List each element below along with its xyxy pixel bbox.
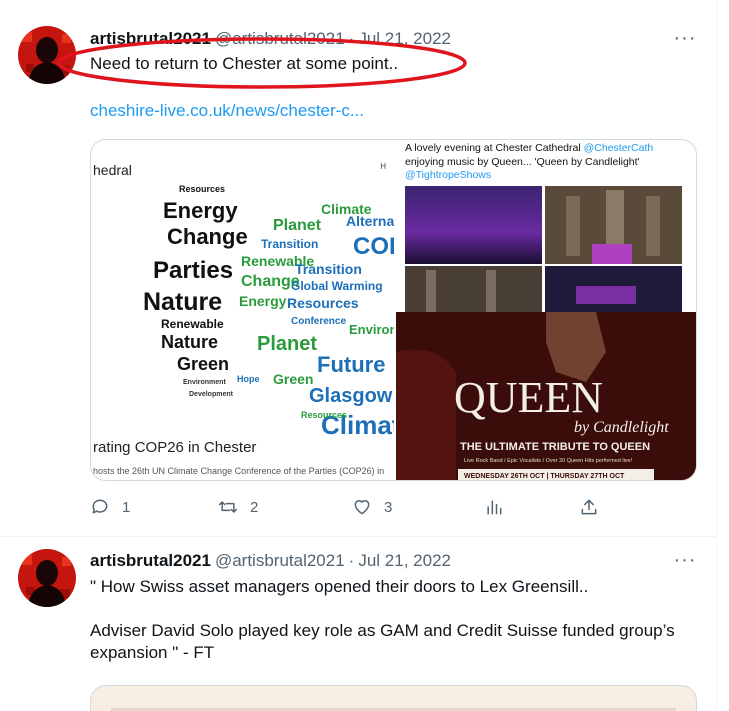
tweet-header: artisbrutal2021 @artisbrutal2021 · Jul 2… xyxy=(90,548,697,572)
retweet-button[interactable]: 2 xyxy=(218,497,258,517)
user-handle[interactable]: @artisbrutal2021 xyxy=(215,29,345,49)
svg-text:Parties: Parties xyxy=(153,257,233,284)
separator-dot: · xyxy=(348,551,355,570)
like-count: 3 xyxy=(384,498,393,516)
tweet[interactable]: artisbrutal2021 @artisbrutal2021 · Jul 2… xyxy=(0,537,716,711)
scroll-edge xyxy=(717,0,729,711)
cathedral-photos xyxy=(405,186,682,312)
svg-text:Environment: Environment xyxy=(183,379,226,386)
svg-text:Energy: Energy xyxy=(163,198,238,223)
svg-text:COP: COP xyxy=(353,233,394,260)
analytics-icon xyxy=(487,500,502,515)
views-button[interactable] xyxy=(484,497,504,517)
svg-text:Environm: Environm xyxy=(349,322,394,337)
poster-tagline: THE ULTIMATE TRIBUTE TO QUEEN xyxy=(460,441,650,453)
embedded-line2: enjoying music by Queen... 'Queen by Can… xyxy=(405,155,640,168)
image-caption: rating COP26 in Chester xyxy=(93,439,257,456)
reply-button[interactable]: 1 xyxy=(90,497,130,517)
word-cloud: Resources Energy Change Parties Nature R… xyxy=(143,184,394,440)
retweet-count: 2 xyxy=(250,498,259,516)
retweet-icon xyxy=(218,501,238,513)
share-icon xyxy=(581,499,597,515)
svg-text:Planet: Planet xyxy=(273,217,322,234)
separator-dot: · xyxy=(348,29,355,48)
tweet-actions: 1 2 3 xyxy=(90,497,610,521)
poster-title: QUEEN xyxy=(454,373,603,422)
tweet-date[interactable]: Jul 21, 2022 xyxy=(358,551,451,571)
queen-poster: QUEEN by Candlelight THE ULTIMATE TRIBUT… xyxy=(396,312,696,480)
tweet-text: Need to return to Chester at some point.… xyxy=(90,54,399,73)
media-image-cop26[interactable]: hedral H Resources Energy Change Parties… xyxy=(91,140,394,480)
embedded-tweet-text: A lovely evening at Chester Cathedral @C… xyxy=(405,142,695,183)
svg-text:Energy: Energy xyxy=(239,293,287,309)
media-card[interactable] xyxy=(90,685,697,711)
reply-icon xyxy=(92,499,108,514)
svg-text:Hope: Hope xyxy=(237,374,260,384)
svg-text:Conference: Conference xyxy=(291,316,346,327)
svg-text:Planet: Planet xyxy=(257,333,317,355)
avatar[interactable] xyxy=(18,549,76,607)
svg-text:Green: Green xyxy=(273,371,313,387)
embedded-mention-cathedral: @ChesterCath xyxy=(583,142,654,154)
svg-text:Glasgow: Glasgow xyxy=(309,385,393,407)
svg-text:Nature: Nature xyxy=(161,332,218,352)
svg-text:Green: Green xyxy=(177,354,229,374)
share-button[interactable] xyxy=(579,497,599,517)
svg-text:Resources: Resources xyxy=(301,410,347,420)
poster-subtitle: by Candlelight xyxy=(574,419,669,436)
display-name[interactable]: artisbrutal2021 xyxy=(90,29,211,49)
svg-text:Nature: Nature xyxy=(143,288,222,316)
embedded-mention-tightrope: @TightropeShows xyxy=(405,169,492,181)
svg-text:Renewable: Renewable xyxy=(161,317,224,331)
image-header-text: hedral xyxy=(93,162,132,178)
like-button[interactable]: 3 xyxy=(352,497,392,517)
svg-text:Resources: Resources xyxy=(179,184,225,194)
more-icon: ··· xyxy=(673,26,697,49)
image-header-text-right: H xyxy=(380,162,386,171)
more-options-button[interactable]: ··· xyxy=(673,548,697,572)
poster-small-text: Live Rock Band / Epic Vocalists / Over 2… xyxy=(464,458,633,464)
tweet-header: artisbrutal2021 @artisbrutal2021 · Jul 2… xyxy=(90,26,697,50)
svg-text:Future: Future xyxy=(317,352,385,377)
display-name[interactable]: artisbrutal2021 xyxy=(90,551,211,571)
svg-text:Development: Development xyxy=(189,391,234,398)
media-grid[interactable]: hedral H Resources Energy Change Parties… xyxy=(90,139,697,481)
more-icon: ··· xyxy=(673,548,697,571)
poster-dates: WEDNESDAY 26TH OCT | THURSDAY 27TH OCT xyxy=(464,473,625,480)
tweet-date[interactable]: Jul 21, 2022 xyxy=(358,29,451,49)
tweet[interactable]: artisbrutal2021 @artisbrutal2021 · Jul 2… xyxy=(0,0,716,537)
article-link[interactable]: cheshire-live.co.uk/news/chester-c... xyxy=(90,101,364,121)
timeline: artisbrutal2021 @artisbrutal2021 · Jul 2… xyxy=(0,0,717,711)
heart-icon xyxy=(354,500,370,515)
embedded-line1: A lovely evening at Chester Cathedral xyxy=(405,142,581,154)
svg-text:Transition: Transition xyxy=(261,237,318,251)
svg-text:Global Warming: Global Warming xyxy=(291,279,383,293)
avatar[interactable] xyxy=(18,26,76,84)
reply-count: 1 xyxy=(122,498,131,516)
media-image-queen-candlelight[interactable]: A lovely evening at Chester Cathedral @C… xyxy=(396,140,696,480)
svg-text:Transition: Transition xyxy=(295,261,362,277)
image-subcaption: hosts the 26th UN Climate Change Confere… xyxy=(93,466,385,476)
tweet-text: " How Swiss asset managers opened their … xyxy=(90,577,675,662)
user-handle[interactable]: @artisbrutal2021 xyxy=(215,551,345,571)
svg-text:Alternat: Alternat xyxy=(346,213,394,229)
svg-text:Resources: Resources xyxy=(287,295,359,311)
more-options-button[interactable]: ··· xyxy=(673,26,697,50)
svg-text:Change: Change xyxy=(167,224,248,249)
